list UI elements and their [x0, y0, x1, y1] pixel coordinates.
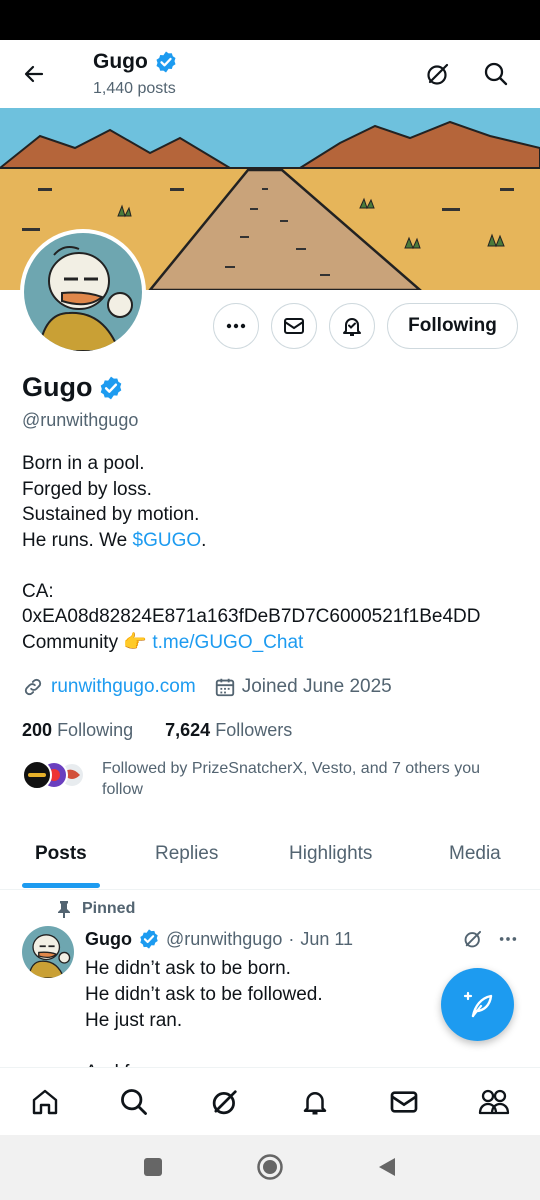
notifications-button[interactable] — [329, 303, 375, 349]
duck-avatar-image — [24, 233, 142, 351]
nav-search[interactable] — [114, 1082, 154, 1122]
compose-post-button[interactable] — [441, 968, 514, 1041]
back-system-button[interactable] — [370, 1150, 404, 1184]
bio-text: He runs. We — [22, 529, 133, 551]
communities-icon — [478, 1089, 510, 1115]
profile-name: Gugo — [22, 372, 124, 403]
message-button[interactable] — [271, 303, 317, 349]
verified-badge-icon — [140, 929, 158, 949]
grok-icon — [212, 1090, 237, 1115]
bio-punct: . — [201, 529, 207, 551]
post-author-avatar[interactable] — [22, 926, 74, 978]
bottom-navigation — [0, 1067, 540, 1135]
post-header: Gugo @runwithgugo · Jun 11 — [85, 928, 353, 950]
community-line: Community 👉 t.me/GUGO_Chat — [22, 630, 532, 656]
verified-badge-icon — [156, 51, 176, 73]
bell-icon — [303, 1092, 327, 1115]
duck-avatar-image — [22, 926, 74, 978]
more-horizontal-icon — [226, 323, 246, 329]
post-count: 1,440 posts — [93, 80, 176, 97]
nav-notifications[interactable] — [295, 1082, 335, 1122]
followers-link[interactable]: 7,624 Followers — [165, 720, 292, 740]
header-name: Gugo — [93, 50, 148, 73]
link-icon — [24, 678, 42, 696]
header-title: Gugo — [93, 50, 178, 74]
circle-icon — [257, 1154, 283, 1180]
bio-line: He runs. We $GUGO. — [22, 528, 532, 554]
followers-count: 7,624 — [165, 720, 211, 740]
grok-button[interactable] — [420, 56, 456, 92]
post-date[interactable]: Jun 11 — [300, 929, 353, 950]
nav-messages[interactable] — [384, 1082, 424, 1122]
profile-bio: Born in a pool. Forged by loss. Sustaine… — [22, 451, 532, 655]
bio-line: Forged by loss. — [22, 478, 152, 500]
bio-spacer — [22, 553, 532, 579]
envelope-icon — [390, 1091, 418, 1113]
bell-check-icon — [343, 318, 361, 336]
search-button[interactable] — [478, 56, 514, 92]
profile-name-text: Gugo — [22, 372, 93, 402]
community-link[interactable]: t.me/GUGO_Chat — [152, 632, 303, 653]
ca-label: CA: — [22, 580, 54, 602]
nav-grok[interactable] — [205, 1082, 245, 1122]
follow-counts: 200 Following 7,624 Followers — [22, 720, 292, 741]
more-horizontal-icon — [499, 937, 517, 941]
pinned-label: Pinned — [82, 900, 136, 917]
recent-apps-button[interactable] — [136, 1150, 170, 1184]
following-link[interactable]: 200 Following — [22, 720, 133, 740]
tab-posts[interactable]: Posts — [35, 843, 87, 865]
active-tab-indicator — [22, 883, 100, 888]
home-system-button[interactable] — [253, 1150, 287, 1184]
compose-feather-icon — [463, 991, 492, 1017]
pin-icon — [58, 901, 70, 918]
pinned-indicator: Pinned — [56, 900, 135, 918]
following-count: 200 — [22, 720, 53, 740]
mutual-avatars-image — [22, 760, 85, 790]
bio-line: Born in a pool. — [22, 453, 145, 474]
pointing-emoji: 👉 — [123, 631, 148, 653]
joined-date: Joined June 2025 — [241, 676, 392, 697]
profile-meta: runwithgugo.com Joined June 2025 — [22, 676, 392, 698]
post-author-handle[interactable]: @runwithgugo — [166, 929, 282, 950]
ticker-link[interactable]: $GUGO — [133, 530, 202, 551]
post-more-button[interactable] — [495, 926, 521, 952]
more-options-button[interactable] — [213, 303, 259, 349]
bio-line: Sustained by motion. — [22, 504, 200, 525]
post-separator: · — [288, 928, 295, 949]
back-button[interactable] — [14, 58, 54, 90]
followers-label: Followers — [215, 720, 293, 740]
status-bar — [0, 0, 540, 40]
post-author-name[interactable]: Gugo — [85, 929, 132, 950]
following-button[interactable]: Following — [387, 303, 518, 349]
ca-address: 0xEA08d82824E871a163fDeB7D7C6000521f1Be4… — [22, 606, 481, 627]
grok-icon — [427, 63, 449, 85]
envelope-icon — [284, 318, 304, 334]
calendar-icon — [215, 678, 234, 697]
square-icon — [144, 1158, 162, 1176]
tab-highlights[interactable]: Highlights — [289, 843, 372, 865]
verified-badge-icon — [101, 376, 122, 399]
profile-handle: @runwithgugo — [22, 410, 139, 430]
nav-home[interactable] — [25, 1082, 65, 1122]
community-label: Community — [22, 631, 119, 653]
tab-media[interactable]: Media — [449, 843, 501, 865]
followed-by-avatars[interactable] — [22, 760, 90, 790]
post-grok-button[interactable] — [460, 926, 486, 952]
followed-by-text[interactable]: Followed by PrizeSnatcherX, Vesto, and 7… — [102, 758, 522, 800]
search-icon — [484, 62, 508, 86]
back-arrow-icon — [24, 65, 44, 83]
top-app-bar — [0, 40, 540, 108]
home-icon — [32, 1089, 58, 1115]
website-link[interactable]: runwithgugo.com — [51, 676, 196, 698]
grok-icon — [464, 930, 482, 948]
tab-replies[interactable]: Replies — [155, 843, 218, 865]
profile-avatar[interactable] — [24, 233, 142, 351]
search-icon — [121, 1089, 147, 1115]
following-label: Following — [57, 720, 134, 740]
nav-communities[interactable] — [474, 1082, 514, 1122]
triangle-back-icon — [379, 1158, 395, 1176]
